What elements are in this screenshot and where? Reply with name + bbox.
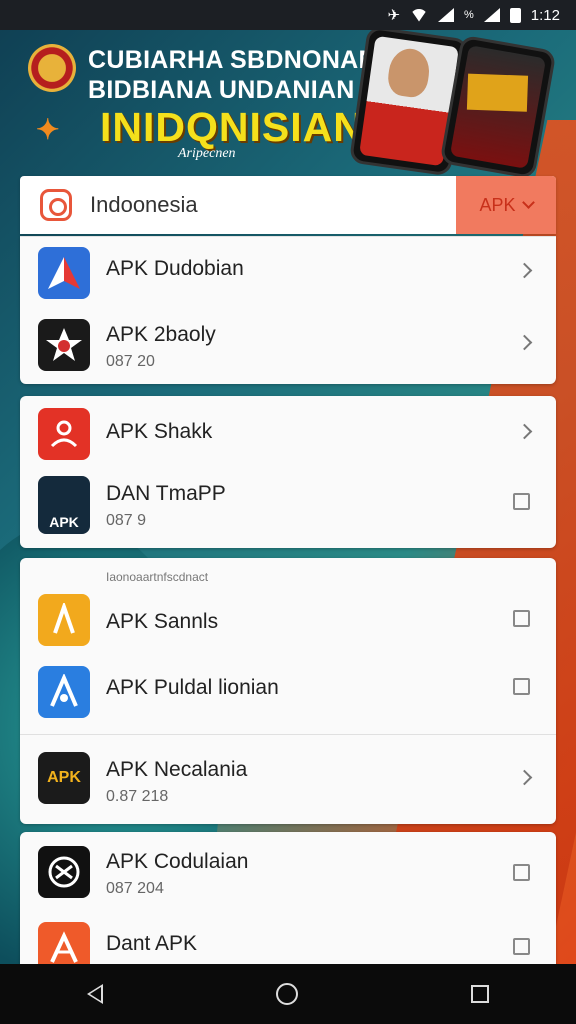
search-bar[interactable]: Indoonesia APK	[20, 176, 556, 234]
app-title: APK Necalania	[106, 758, 248, 781]
result-card-2: APK Shakk APK DAN TmaPP 087 9	[20, 396, 556, 548]
app-title: APK Puldal lionian	[106, 676, 279, 699]
recent-apps-icon[interactable]	[471, 985, 490, 1003]
banner-line-1: CUBIARHA SBDNONAN	[88, 46, 377, 74]
search-input[interactable]: Indoonesia	[90, 192, 456, 218]
app-title: APK Codulaian	[106, 850, 249, 873]
divider	[20, 734, 556, 735]
orange-logo-icon: ✦	[36, 114, 60, 145]
signal-icon	[438, 8, 455, 22]
section-label: Iaonoaartnfscdnact	[106, 570, 209, 584]
apk-filter-label: APK	[479, 194, 516, 215]
status-time: 1:12	[530, 6, 560, 24]
apk-filter-dropdown[interactable]: APK	[456, 176, 556, 234]
app-title: APK 2baoly	[106, 323, 216, 346]
list-item[interactable]: APK Dudobian	[20, 237, 556, 307]
yellow-a-icon	[38, 594, 90, 646]
app-title: APK Sannls	[106, 610, 219, 633]
result-card-4: APK Codulaian 087 204 Dant APK	[20, 832, 556, 974]
wifi-icon	[410, 8, 429, 22]
list-item[interactable]: APK Codulaian 087 204	[20, 832, 556, 912]
app-size: 087 9	[106, 512, 147, 529]
red-figure-icon	[38, 408, 90, 460]
back-icon[interactable]	[86, 984, 103, 1004]
status-bar: ✈ % 1:12	[0, 0, 576, 30]
data-icon: %	[464, 9, 474, 21]
chevron-right-icon[interactable]	[516, 769, 533, 786]
banner-line-2: BIDBIANA UNDANIAN	[88, 76, 355, 104]
search-icon	[40, 189, 72, 221]
navigation-bar	[0, 964, 576, 1024]
chevron-right-icon[interactable]	[516, 334, 533, 351]
app-size: 087 204	[106, 880, 164, 897]
banner-headline: INIDQNISIAN	[100, 104, 364, 150]
battery-icon	[509, 7, 521, 23]
list-item[interactable]: APK DAN TmaPP 087 9	[20, 468, 556, 546]
list-item[interactable]: APK Shakk	[20, 396, 556, 468]
home-icon[interactable]	[275, 983, 298, 1005]
dark-star-icon	[38, 319, 90, 371]
chevron-right-icon[interactable]	[516, 423, 533, 440]
app-size: 0.87 218	[106, 788, 169, 805]
result-card-3: Iaonoaartnfscdnact APK Sannls APK Puldal…	[20, 558, 556, 824]
signal-icon-2	[483, 8, 500, 22]
select-checkbox[interactable]	[513, 864, 530, 881]
black-ornament-icon	[38, 846, 90, 898]
promo-banner[interactable]: ✦ CUBIARHA SBDNONAN BIDBIANA UNDANIAN IN…	[0, 25, 576, 180]
chevron-right-icon[interactable]	[516, 262, 533, 279]
list-item[interactable]: APK Sannls	[20, 588, 556, 654]
list-item[interactable]: APK 2baoly 087 20	[20, 307, 556, 383]
red-blue-triangle-icon	[38, 247, 90, 299]
select-checkbox[interactable]	[513, 678, 530, 695]
list-item[interactable]: APK Puldal lionian	[20, 654, 556, 734]
app-title: DAN TmaPP	[106, 482, 226, 505]
bluetooth-icon: ✈	[387, 7, 401, 24]
blue-a-icon	[38, 666, 90, 718]
chevron-down-icon	[521, 196, 535, 209]
select-checkbox[interactable]	[513, 610, 530, 627]
app-title: Dant APK	[106, 932, 198, 955]
app-title: APK Dudobian	[106, 257, 244, 280]
select-checkbox[interactable]	[513, 493, 530, 510]
select-checkbox[interactable]	[513, 938, 530, 955]
black-gold-apk-icon: APK	[38, 752, 90, 804]
result-card-1: APK Dudobian APK 2baoly 087 20	[20, 236, 556, 384]
apk-wing-icon: APK	[38, 476, 90, 534]
list-item[interactable]: Dant APK	[20, 912, 556, 974]
list-item[interactable]: APK APK Necalania 0.87 218	[20, 736, 556, 822]
garuda-emblem-icon	[28, 44, 76, 92]
app-title: APK Shakk	[106, 420, 213, 443]
app-size: 087 20	[106, 353, 155, 370]
banner-tagline: Aripecnen	[178, 146, 236, 161]
